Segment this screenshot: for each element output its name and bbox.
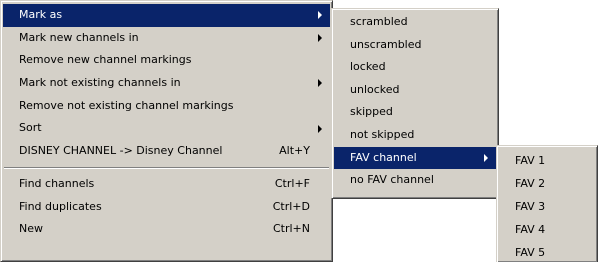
context-menu-main: Mark as Mark new channels in Remove new … — [0, 0, 333, 262]
menu-item-label: FAV 2 — [515, 177, 546, 190]
menu-item-label: FAV 3 — [515, 200, 546, 213]
menu-item-sort[interactable]: Sort — [3, 117, 330, 140]
submenu-fav-channel: FAV 1 FAV 2 FAV 3 FAV 4 FAV 5 — [496, 145, 598, 262]
menu-item-label: Remove new channel markings — [19, 53, 192, 67]
submenu-arrow-icon — [318, 124, 322, 133]
menu-item-fav-channel[interactable]: FAV channel — [334, 146, 496, 170]
menu-item-mark-as[interactable]: Mark as — [3, 4, 330, 27]
menu-item-rename-disney-channel[interactable]: DISNEY CHANNEL -> Disney Channel Alt+Y — [3, 140, 330, 163]
menu-item-label: Find channels — [19, 176, 95, 190]
menu-item-label: skipped — [350, 105, 393, 119]
submenu-arrow-icon — [318, 79, 322, 88]
submenu-arrow-icon — [318, 34, 322, 43]
menu-item-label: Find duplicates — [19, 199, 102, 213]
menu-item-label: FAV channel — [350, 150, 417, 164]
menu-item-label: FAV 1 — [515, 154, 546, 167]
menu-item-unlocked[interactable]: unlocked — [334, 79, 496, 102]
menu-item-label: Mark as — [19, 8, 63, 21]
menu-item-mark-not-existing-channels-in[interactable]: Mark not existing channels in — [3, 72, 330, 95]
menu-item-label: FAV 4 — [515, 223, 546, 236]
menu-item-locked[interactable]: locked — [334, 56, 496, 79]
menu-item-no-fav-channel[interactable]: no FAV channel — [334, 169, 496, 192]
menu-item-label: unlocked — [350, 82, 400, 96]
menu-item-shortcut: Ctrl+F — [274, 176, 310, 190]
menu-item-shortcut: Alt+Y — [279, 144, 310, 158]
menu-item-scrambled[interactable]: scrambled — [334, 11, 496, 34]
menu-item-label: unscrambled — [350, 37, 422, 51]
menu-item-fav-2[interactable]: FAV 2 — [499, 172, 595, 195]
menu-item-label: scrambled — [350, 15, 408, 28]
menu-item-shortcut: Ctrl+D — [272, 199, 310, 213]
menu-item-not-skipped[interactable]: not skipped — [334, 124, 496, 147]
submenu-mark-as: scrambled unscrambled locked unlocked sk… — [331, 8, 499, 199]
menu-item-mark-new-channels-in[interactable]: Mark new channels in — [3, 27, 330, 50]
menu-item-new[interactable]: New Ctrl+N — [3, 218, 330, 241]
menu-item-fav-3[interactable]: FAV 3 — [499, 195, 595, 218]
menu-item-find-duplicates[interactable]: Find duplicates Ctrl+D — [3, 196, 330, 219]
submenu-arrow-icon — [484, 153, 488, 162]
menu-item-shortcut: Ctrl+N — [272, 222, 310, 236]
menu-item-label: Remove not existing channel markings — [19, 98, 234, 112]
menu-item-label: Sort — [19, 121, 42, 135]
menu-item-fav-1[interactable]: FAV 1 — [499, 149, 595, 172]
menu-item-label: DISNEY CHANNEL -> Disney Channel — [19, 144, 223, 158]
menu-item-unscrambled[interactable]: unscrambled — [334, 34, 496, 57]
menu-item-fav-5[interactable]: FAV 5 — [499, 241, 595, 264]
menu-item-fav-4[interactable]: FAV 4 — [499, 218, 595, 241]
menu-item-label: FAV 5 — [515, 246, 546, 259]
submenu-arrow-icon — [318, 11, 322, 20]
menu-item-label: Mark new channels in — [19, 30, 139, 44]
menu-item-label: locked — [350, 60, 386, 74]
menu-item-remove-not-existing-channel-markings[interactable]: Remove not existing channel markings — [3, 95, 330, 118]
menu-item-skipped[interactable]: skipped — [334, 101, 496, 124]
menu-item-label: not skipped — [350, 127, 415, 141]
menu-separator — [4, 166, 329, 169]
menu-item-label: Mark not existing channels in — [19, 76, 181, 90]
menu-item-label: no FAV channel — [350, 173, 434, 187]
menu-item-remove-new-channel-markings[interactable]: Remove new channel markings — [3, 49, 330, 72]
menu-item-label: New — [19, 222, 43, 236]
menu-item-find-channels[interactable]: Find channels Ctrl+F — [3, 173, 330, 196]
